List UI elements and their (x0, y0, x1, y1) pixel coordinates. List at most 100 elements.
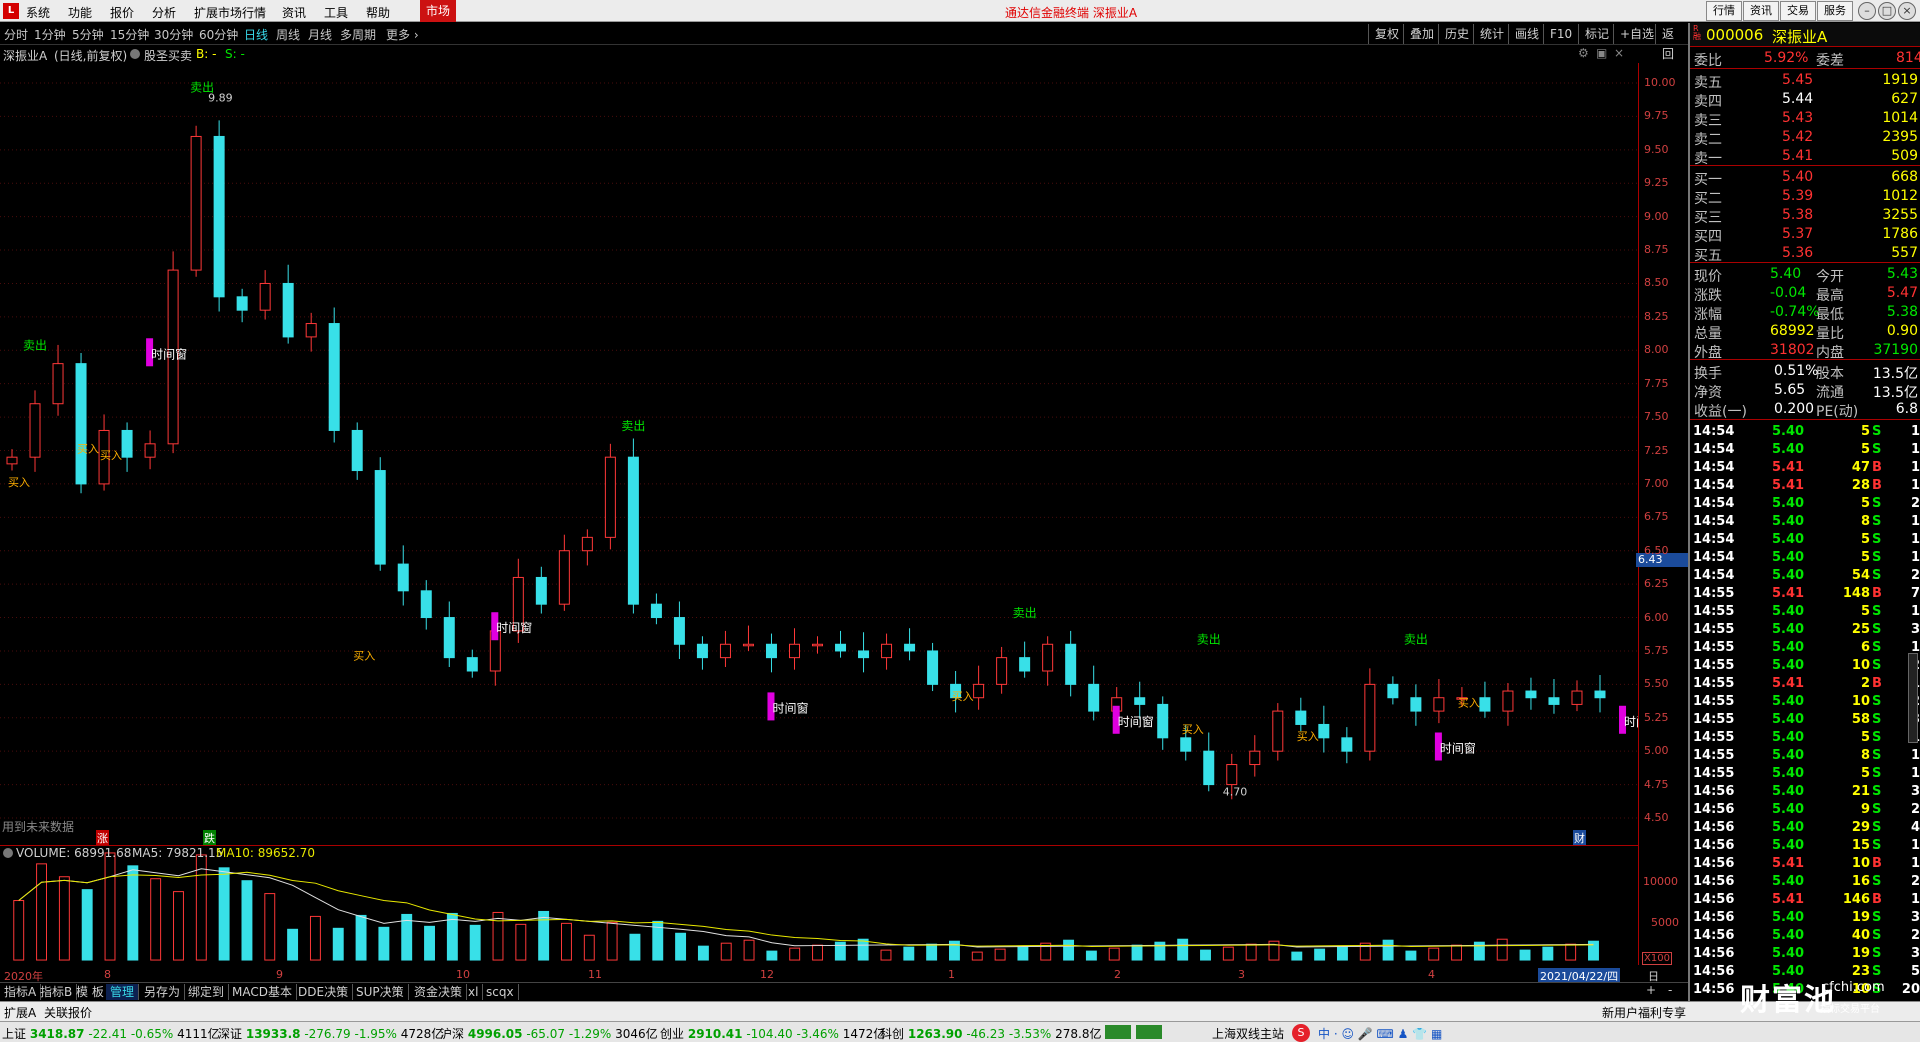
tab-save-as[interactable]: 另存为 (140, 984, 186, 1000)
tick-scrollbar[interactable] (1908, 653, 1918, 743)
tab-bind[interactable]: 绑定到 (184, 984, 230, 1000)
period-weekly[interactable]: 周线 (276, 26, 300, 43)
top-btn-service[interactable]: 服务 (1817, 1, 1853, 21)
btn-overlay[interactable]: 叠加 (1403, 24, 1440, 44)
index-sz[interactable]: 深证 13933.8 -276.79 -1.95% 4728亿 (218, 1025, 443, 1042)
volume-bar (789, 947, 801, 961)
volume-chart[interactable] (0, 845, 1638, 965)
btn-history[interactable]: 历史 (1438, 24, 1475, 44)
candle-body (259, 282, 271, 311)
tick-row: 14:56 5.40 29 S 4 (1693, 820, 1920, 835)
index-hs[interactable]: 沪深 4996.05 -65.07 -1.29% 3046亿 (440, 1025, 658, 1042)
period-5min[interactable]: 5分钟 (72, 26, 104, 43)
volume-bar (1131, 944, 1143, 961)
menu-analysis[interactable]: 分析 (152, 4, 176, 21)
indicator-settings-icon[interactable] (130, 49, 140, 59)
candle-body (236, 296, 248, 311)
menu-market[interactable]: 市场 (420, 0, 456, 22)
period-1min[interactable]: 1分钟 (34, 26, 66, 43)
candle-body (1318, 723, 1330, 739)
menu-ext-market[interactable]: 扩展市场行情 (194, 4, 266, 21)
stat-row: 总量 68992 量比 0.90 (1694, 323, 1918, 342)
period-toolbar: 分时 1分钟 5分钟 15分钟 30分钟 60分钟 日线 周线 月线 多周期 更… (0, 23, 1690, 61)
tab-macd[interactable]: MACD基本 (228, 984, 297, 1000)
period-60min[interactable]: 60分钟 (199, 26, 238, 43)
zoom-out-icon[interactable]: - (1668, 983, 1672, 997)
tab-template[interactable]: 模 板 (72, 984, 109, 1000)
period-monthly[interactable]: 月线 (308, 26, 332, 43)
period-timeshare[interactable]: 分时 (4, 26, 28, 43)
zoom-icon[interactable]: ▣ (1596, 46, 1607, 60)
stock-code: 000006 (1706, 26, 1764, 44)
tab-dde[interactable]: DDE决策 (294, 984, 354, 1000)
tab-sup[interactable]: SUP决策 (352, 984, 409, 1000)
date-label-3: 3 (1238, 968, 1245, 981)
volume-bar (1085, 950, 1097, 961)
promo-link[interactable]: 新用户福利专享 (1602, 1004, 1686, 1021)
tab-xl[interactable]: xl (464, 984, 484, 1000)
period-30min[interactable]: 30分钟 (154, 26, 193, 43)
gear-icon[interactable]: ⚙ (1578, 46, 1589, 60)
volume-bar (903, 946, 915, 961)
minimize-icon[interactable]: – (1858, 2, 1876, 20)
volume-scale: 10000 5000 X100 (1638, 845, 1688, 965)
volume-bar (720, 942, 732, 961)
btn-back[interactable]: 返回 (1655, 24, 1690, 61)
period-15min[interactable]: 15分钟 (110, 26, 149, 43)
tab-fund[interactable]: 资金决策 (410, 984, 468, 1000)
btn-mark[interactable]: 标记 (1578, 24, 1615, 44)
candle-body (581, 536, 593, 552)
index-kc[interactable]: 科创 1263.90 -46.23 -3.53% 278.8亿 (880, 1025, 1101, 1042)
index-sh[interactable]: 上证 3418.87 -22.41 -0.65% 4111亿 (2, 1025, 220, 1042)
close-icon[interactable]: × (1898, 2, 1916, 20)
tab-scqx[interactable]: scqx (482, 984, 519, 1000)
period-daily[interactable]: 日线 (244, 26, 268, 43)
server-name[interactable]: 上海双线主站 (1212, 1025, 1284, 1042)
menu-help[interactable]: 帮助 (366, 4, 390, 21)
price-label: 7.75 (1644, 376, 1669, 390)
tab-manage[interactable]: 管理 (106, 984, 140, 1000)
stat-row: 外盘 31802 内盘 37190 (1694, 342, 1918, 361)
top-btn-news[interactable]: 资讯 (1743, 1, 1779, 21)
volume-bar (309, 915, 321, 961)
candle-body (996, 657, 1008, 685)
candle-body (673, 617, 685, 645)
candle-body (374, 470, 386, 565)
tick-row: 14:54 5.40 5 S 1 (1693, 532, 1920, 547)
btn-f10[interactable]: F10 (1543, 24, 1578, 44)
menu-quote[interactable]: 报价 (110, 4, 134, 21)
volume-bar (1291, 951, 1303, 961)
zoom-in-icon[interactable]: + (1646, 983, 1656, 997)
top-btn-trade[interactable]: 交易 (1780, 1, 1816, 21)
index-cy[interactable]: 创业 2910.41 -104.40 -3.46% 1472亿 (660, 1025, 885, 1042)
candle-body (213, 135, 225, 298)
related-quote-button[interactable]: 关联报价 (44, 1004, 92, 1021)
btn-add-watch[interactable]: +自选 (1613, 24, 1660, 44)
period-multi[interactable]: 多周期 (340, 26, 376, 43)
btn-stats[interactable]: 统计 (1473, 24, 1510, 44)
top-btn-quote[interactable]: 行情 (1706, 1, 1742, 21)
indicator-name: 股圣买卖 (144, 49, 193, 63)
btn-fuquan[interactable]: 复权 (1368, 24, 1405, 44)
window-title: 通达信金融终端 深振业A (1005, 6, 1138, 20)
ime-toolbar[interactable]: 中 · ☺ 🎤 ⌨ ♟ 👕 ▦ (1318, 1025, 1442, 1042)
menu-function[interactable]: 功能 (68, 4, 92, 21)
restore-icon[interactable]: □ (1878, 2, 1896, 20)
menu-tools[interactable]: 工具 (324, 4, 348, 21)
price-label: 8.00 (1644, 343, 1669, 357)
finance-marker: 财 (1573, 830, 1586, 846)
candlestick-chart[interactable]: 9.89卖出4.70卖出卖出卖出卖出 卖出买入买入买入买入买入买入买入买入时间窗时… (0, 63, 1638, 843)
volume-bar (1542, 946, 1554, 961)
menu-system[interactable]: 系统 (26, 4, 50, 21)
sogou-input-icon[interactable]: S (1292, 1024, 1310, 1042)
btn-draw[interactable]: 画线 (1508, 24, 1545, 44)
sell-signal: 卖出 (23, 339, 47, 353)
close-panel-icon[interactable]: × (1614, 46, 1624, 60)
ext-a-button[interactable]: 扩展A (4, 1004, 36, 1021)
menu-bar: L 系统 功能 报价 分析 扩展市场行情 资讯 工具 帮助 市场 通达信金融终端… (0, 0, 1920, 22)
period-more[interactable]: 更多 › (386, 26, 419, 43)
menu-info[interactable]: 资讯 (282, 4, 306, 21)
price-label: 7.25 (1644, 443, 1669, 457)
candle-body (1019, 657, 1031, 672)
volume-settings-icon[interactable] (3, 848, 13, 858)
